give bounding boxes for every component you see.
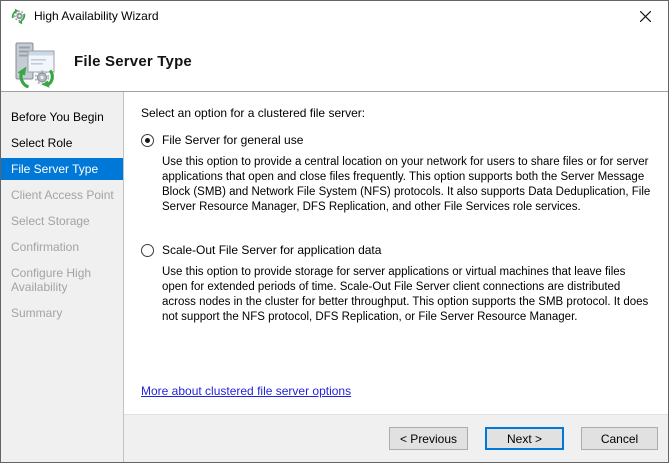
previous-button[interactable]: < Previous [388, 427, 468, 450]
sidebar-item-confirmation: Confirmation [11, 240, 80, 254]
window-title: High Availability Wizard [34, 9, 159, 23]
option-description: Use this option to provide a central loc… [162, 156, 651, 213]
main-pane: Select an option for a clustered file se… [124, 92, 668, 462]
option-label[interactable]: Scale-Out File Server for application da… [162, 243, 381, 257]
radio-button-unselected-icon[interactable] [141, 243, 154, 257]
option-scale-out-file-server: Scale-Out File Server for application da… [141, 243, 654, 325]
page-title: File Server Type [74, 52, 192, 70]
high-availability-wizard-window: High Availability Wizard File Server Typ… [0, 0, 669, 463]
command-bar: < Previous Next > Cancel [124, 415, 668, 462]
radio-button-selected-icon[interactable] [141, 133, 154, 147]
radio-row[interactable]: Scale-Out File Server for application da… [141, 243, 654, 257]
radio-row[interactable]: File Server for general use [141, 133, 654, 147]
sidebar-item-select-storage: Select Storage [11, 214, 90, 228]
next-button[interactable]: Next > [485, 427, 564, 450]
option-description: Use this option to provide storage for s… [162, 266, 649, 323]
wizard-body: Before You Begin Select Role File Server… [1, 92, 668, 462]
intro-text: Select an option for a clustered file se… [141, 106, 366, 120]
more-about-link[interactable]: More about clustered file server options [141, 384, 351, 398]
app-icon [10, 8, 27, 25]
title-bar[interactable]: High Availability Wizard [1, 1, 668, 31]
option-label[interactable]: File Server for general use [162, 133, 303, 147]
close-icon [639, 10, 651, 22]
steps-sidebar: Before You Begin Select Role File Server… [1, 92, 124, 462]
page-content: Select an option for a clustered file se… [124, 92, 668, 415]
cancel-button[interactable]: Cancel [581, 427, 658, 450]
sidebar-item-before-you-begin[interactable]: Before You Begin [1, 104, 123, 130]
file-server-icon [13, 42, 57, 89]
wizard-header: File Server Type [1, 31, 668, 92]
sidebar-item-file-server-type[interactable]: File Server Type [1, 158, 123, 180]
close-button[interactable] [622, 1, 668, 31]
sidebar-item-client-access-point: Client Access Point [11, 188, 114, 202]
sidebar-item-configure-high-availability: Configure High Availability [11, 266, 92, 294]
sidebar-item-summary: Summary [11, 306, 63, 320]
option-file-server-general-use: File Server for general use Use this opt… [141, 133, 654, 215]
sidebar-item-select-role[interactable]: Select Role [1, 130, 123, 156]
